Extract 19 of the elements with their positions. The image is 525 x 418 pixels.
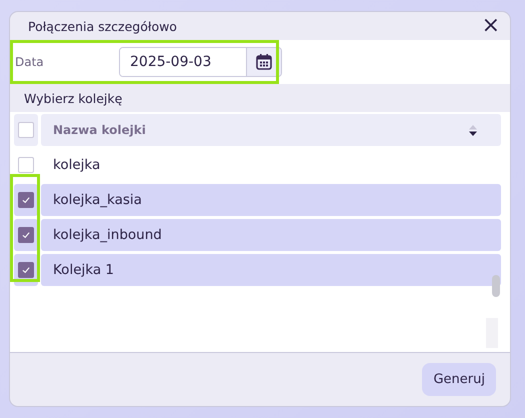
table-cell[interactable]: kolejka	[41, 149, 501, 181]
column-header[interactable]: Nazwa kolejki	[41, 114, 501, 146]
row-checkbox[interactable]	[18, 192, 34, 208]
date-label: Data	[15, 55, 45, 69]
section-title: Wybierz kolejkę	[24, 90, 122, 106]
dialog-title: Połączenia szczegółowo	[28, 18, 177, 34]
table-cell[interactable]: kolejka_kasia	[41, 184, 501, 216]
select-all-checkbox[interactable]	[18, 122, 34, 138]
row-checkbox[interactable]	[18, 157, 34, 173]
calendar-icon[interactable]	[255, 53, 273, 71]
row-checkbox[interactable]	[18, 262, 34, 278]
scrollbar-thumb[interactable]	[492, 275, 500, 297]
close-button[interactable]: ×	[478, 15, 504, 37]
table-cell[interactable]: Kolejka 1	[41, 254, 501, 286]
table-cell[interactable]: kolejka_inbound	[41, 219, 501, 251]
generate-button[interactable]: Generuj	[422, 363, 496, 396]
date-field[interactable]: 2025-09-03	[119, 47, 282, 77]
sort-icon[interactable]	[469, 124, 477, 136]
row-checkbox[interactable]	[18, 227, 34, 243]
